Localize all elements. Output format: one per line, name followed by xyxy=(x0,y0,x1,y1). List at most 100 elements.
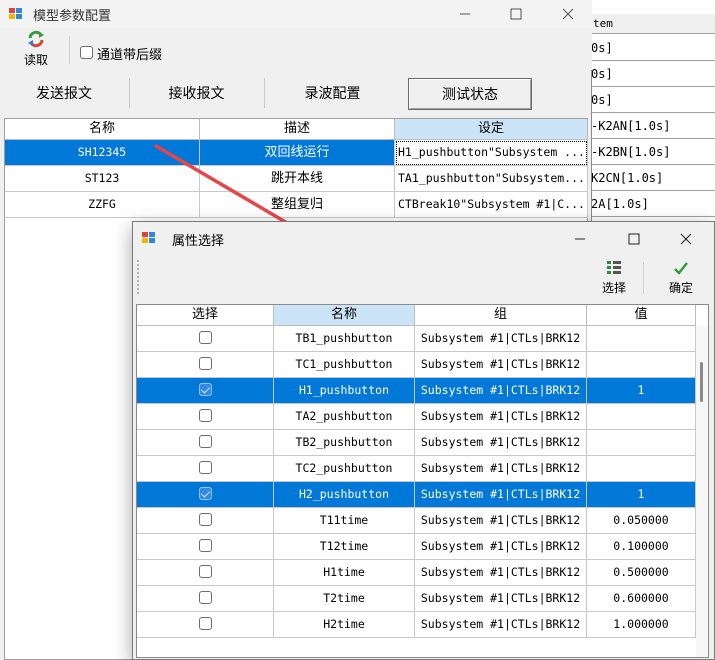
select-cell[interactable] xyxy=(137,508,274,534)
select-cell[interactable] xyxy=(137,482,274,508)
attribute-cell-name[interactable]: H2_pushbutton xyxy=(274,482,415,508)
channel-suffix-box[interactable] xyxy=(80,46,93,59)
attribute-cell-name[interactable]: TB1_pushbutton xyxy=(274,326,415,352)
row-select-checkbox[interactable] xyxy=(198,461,212,474)
attribute-cell-group[interactable]: Subsystem #1|CTLs|BRK12 xyxy=(415,560,587,586)
attribute-cell-group[interactable]: Subsystem #1|CTLs|BRK12 xyxy=(415,352,587,378)
column-header-value[interactable]: 值 xyxy=(587,305,696,326)
attribute-cell-value[interactable]: 0.050000 xyxy=(587,508,696,534)
row-select-checkbox[interactable] xyxy=(198,591,212,604)
vertical-scrollbar[interactable] xyxy=(696,326,708,657)
attribute-cell-name[interactable]: T11time xyxy=(274,508,415,534)
main-grid-cell-setting[interactable]: H1_pushbutton"Subsystem ... xyxy=(395,140,588,166)
attribute-cell-value[interactable]: 1 xyxy=(587,378,696,404)
close-button[interactable] xyxy=(545,0,591,28)
row-select-checkbox[interactable] xyxy=(198,539,212,552)
select-cell[interactable] xyxy=(137,430,274,456)
dialog-title: 属性选择 xyxy=(172,234,225,249)
attribute-cell-group[interactable]: Subsystem #1|CTLs|BRK12 xyxy=(415,326,587,352)
main-grid-cell-setting[interactable]: TA1_pushbutton"Subsystem... xyxy=(395,166,588,192)
select-cell[interactable] xyxy=(137,612,274,638)
window-title: 模型参数配置 xyxy=(33,9,112,24)
background-table-row: 0s] xyxy=(589,35,715,61)
row-select-checkbox[interactable] xyxy=(198,409,212,422)
select-button[interactable]: 选择 xyxy=(594,260,634,300)
row-select-checkbox[interactable] xyxy=(198,513,212,526)
tab-test-status[interactable]: 测试状态 xyxy=(408,78,532,110)
attribute-cell-name[interactable]: T12time xyxy=(274,534,415,560)
attribute-cell-group[interactable]: Subsystem #1|CTLs|BRK12 xyxy=(415,586,587,612)
tab-recording-config[interactable]: 录波配置 xyxy=(265,76,400,110)
attribute-cell-value[interactable]: 0.600000 xyxy=(587,586,696,612)
attribute-cell-value[interactable] xyxy=(587,326,696,352)
background-table-header: tem xyxy=(589,14,715,34)
row-select-checkbox[interactable] xyxy=(198,435,212,448)
row-select-checkbox[interactable] xyxy=(198,383,212,396)
attribute-cell-value[interactable]: 1 xyxy=(587,482,696,508)
select-cell[interactable] xyxy=(137,456,274,482)
attribute-cell-group[interactable]: Subsystem #1|CTLs|BRK12 xyxy=(415,430,587,456)
attribute-cell-name[interactable]: TC2_pushbutton xyxy=(274,456,415,482)
attribute-cell-value[interactable] xyxy=(587,430,696,456)
attribute-cell-value[interactable]: 1.000000 xyxy=(587,612,696,638)
select-cell[interactable] xyxy=(137,586,274,612)
select-cell[interactable] xyxy=(137,534,274,560)
column-header-name[interactable]: 名称 xyxy=(274,305,415,326)
scrollbar-thumb[interactable] xyxy=(700,362,703,402)
app-window-icon xyxy=(9,8,23,20)
tab-receive-message[interactable]: 接收报文 xyxy=(130,76,263,110)
attribute-grid: 选择 名称 组 值 TB1_pushbutton Subsystem #1|CTL… xyxy=(136,304,709,658)
attribute-cell-group[interactable]: Subsystem #1|CTLs|BRK12 xyxy=(415,482,587,508)
tab-send-message[interactable]: 发送报文 xyxy=(0,76,128,110)
background-table-row: 2A[1.0s] xyxy=(589,191,715,217)
select-cell[interactable] xyxy=(137,404,274,430)
attribute-cell-group[interactable]: Subsystem #1|CTLs|BRK12 xyxy=(415,378,587,404)
dialog-minimize-button[interactable] xyxy=(557,225,603,253)
row-select-checkbox[interactable] xyxy=(198,357,212,370)
select-cell[interactable] xyxy=(137,378,274,404)
attribute-cell-value[interactable]: 0.500000 xyxy=(587,560,696,586)
row-select-checkbox[interactable] xyxy=(198,565,212,578)
maximize-button[interactable] xyxy=(493,0,539,28)
attribute-cell-group[interactable]: Subsystem #1|CTLs|BRK12 xyxy=(415,534,587,560)
attribute-cell-group[interactable]: Subsystem #1|CTLs|BRK12 xyxy=(415,404,587,430)
attribute-cell-name[interactable]: TC1_pushbutton xyxy=(274,352,415,378)
tab-bar: 发送报文 接收报文 录波配置 测试状态 xyxy=(0,74,592,112)
dialog-close-button[interactable] xyxy=(663,225,709,253)
ok-button[interactable]: 确定 xyxy=(661,260,701,300)
channel-suffix-checkbox[interactable]: 通道带后缀 xyxy=(80,44,162,63)
background-table-row: -K2AN[1.0s] xyxy=(589,113,715,139)
row-select-checkbox[interactable] xyxy=(198,487,212,500)
main-grid-cell-setting[interactable]: CTBreak10"Subsystem #1|C... xyxy=(395,192,588,218)
maximize-icon xyxy=(628,233,640,245)
attribute-cell-group[interactable]: Subsystem #1|CTLs|BRK12 xyxy=(415,612,587,638)
minimize-button[interactable] xyxy=(442,0,488,28)
attribute-cell-value[interactable]: 0.100000 xyxy=(587,534,696,560)
select-cell[interactable] xyxy=(137,326,274,352)
column-header-setting[interactable]: 设定 xyxy=(395,119,588,140)
attribute-cell-name[interactable]: TB2_pushbutton xyxy=(274,430,415,456)
attribute-cell-name[interactable]: H1_pushbutton xyxy=(274,378,415,404)
attribute-cell-value[interactable] xyxy=(587,404,696,430)
select-cell[interactable] xyxy=(137,352,274,378)
attribute-cell-name[interactable]: TA2_pushbutton xyxy=(274,404,415,430)
row-select-checkbox[interactable] xyxy=(198,617,212,630)
read-button[interactable]: 读取 xyxy=(18,30,54,70)
select-cell[interactable] xyxy=(137,560,274,586)
column-header-name[interactable]: 名称 xyxy=(5,119,200,140)
column-header-select[interactable]: 选择 xyxy=(137,305,274,326)
background-table-row: K2CN[1.0s] xyxy=(589,165,715,191)
attribute-cell-name[interactable]: H2time xyxy=(274,612,415,638)
attribute-cell-name[interactable]: H1time xyxy=(274,560,415,586)
column-header-group[interactable]: 组 xyxy=(415,305,587,326)
dialog-maximize-button[interactable] xyxy=(611,225,657,253)
column-header-desc[interactable]: 描述 xyxy=(200,119,395,140)
row-select-checkbox[interactable] xyxy=(198,331,212,344)
attribute-cell-group[interactable]: Subsystem #1|CTLs|BRK12 xyxy=(415,508,587,534)
attribute-cell-value[interactable] xyxy=(587,456,696,482)
close-icon xyxy=(562,8,574,20)
attribute-cell-group[interactable]: Subsystem #1|CTLs|BRK12 xyxy=(415,456,587,482)
channel-suffix-label: 通道带后缀 xyxy=(97,48,163,63)
attribute-cell-name[interactable]: T2time xyxy=(274,586,415,612)
attribute-cell-value[interactable] xyxy=(587,352,696,378)
